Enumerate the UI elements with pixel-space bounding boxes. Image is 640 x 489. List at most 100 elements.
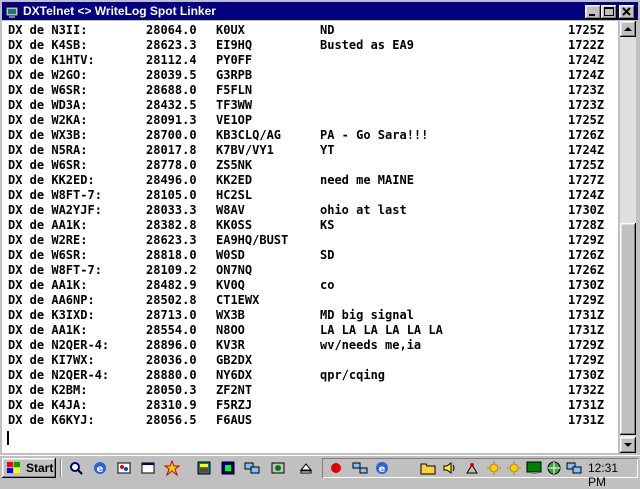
burst-icon[interactable] bbox=[162, 459, 182, 477]
spot-time: 1730Z bbox=[568, 278, 605, 292]
spot-dx: EA9HQ/BUST bbox=[216, 233, 289, 247]
spot-call: DX de K6KYJ: bbox=[8, 413, 95, 427]
spot-dx: ON7NQ bbox=[216, 263, 253, 277]
spot-call: DX de K2BM: bbox=[8, 383, 88, 397]
spot-freq: 28713.0 bbox=[146, 308, 197, 322]
spot-call: DX de K4JA: bbox=[8, 398, 88, 412]
spot-call: DX de N3II: bbox=[8, 23, 88, 37]
spot-time: 1730Z bbox=[568, 368, 605, 382]
media-icon[interactable] bbox=[268, 459, 288, 477]
spot-dx: WX3B bbox=[216, 308, 245, 322]
spot-call: DX de W6SR: bbox=[8, 248, 88, 262]
red-icon[interactable] bbox=[328, 461, 344, 475]
spot-note: MD big signal bbox=[320, 308, 414, 322]
title-bar[interactable]: DXTelnet <> WriteLog Spot Linker bbox=[2, 2, 638, 20]
spot-dx: EI9HQ bbox=[216, 38, 253, 52]
close-button[interactable] bbox=[619, 5, 635, 19]
svg-text:e: e bbox=[97, 464, 104, 475]
ie-icon[interactable]: e bbox=[90, 459, 110, 477]
scroll-thumb[interactable] bbox=[620, 223, 636, 435]
spot-time: 1724Z bbox=[568, 53, 605, 67]
spot-dx: KB3CLQ/AG bbox=[216, 128, 282, 142]
taskbar-separator bbox=[60, 459, 62, 477]
minimize-button[interactable] bbox=[585, 5, 601, 19]
spot-time: 1731Z bbox=[568, 398, 605, 412]
spot-time: 1731Z bbox=[568, 323, 605, 337]
spot-freq: 28109.2 bbox=[146, 263, 197, 277]
sun-icon[interactable] bbox=[486, 461, 502, 475]
spot-dx: K0UX bbox=[216, 23, 245, 37]
magnifier-icon[interactable] bbox=[66, 459, 86, 477]
spot-dx: G3RPB bbox=[216, 68, 253, 82]
spot-call: DX de N2QER-4: bbox=[8, 368, 110, 382]
maximize-icon bbox=[604, 7, 614, 16]
minimize-icon bbox=[589, 14, 595, 16]
network-icon[interactable] bbox=[352, 461, 368, 475]
sun-icon-2[interactable] bbox=[506, 461, 522, 475]
vertical-scrollbar[interactable] bbox=[620, 21, 636, 453]
spot-freq: 28896.0 bbox=[146, 338, 197, 352]
spot-call: DX de W2KA: bbox=[8, 113, 88, 127]
globe-icon[interactable] bbox=[546, 461, 562, 475]
spot-freq: 28036.0 bbox=[146, 353, 197, 367]
network-icon[interactable] bbox=[242, 459, 262, 477]
spot-freq: 28056.5 bbox=[146, 413, 197, 427]
spot-note: co bbox=[320, 278, 335, 292]
spot-call: DX de W2RE: bbox=[8, 233, 88, 247]
maximize-button[interactable] bbox=[601, 5, 617, 19]
spot-time: 1730Z bbox=[568, 203, 605, 217]
speaker-icon[interactable] bbox=[442, 461, 458, 475]
spot-freq: 28039.5 bbox=[146, 68, 197, 82]
clock[interactable]: 12:31 PM bbox=[588, 461, 638, 489]
spot-freq: 28033.3 bbox=[146, 203, 197, 217]
scroll-up-button[interactable] bbox=[620, 21, 636, 37]
spot-time: 1729Z bbox=[568, 338, 605, 352]
app-icon-2[interactable] bbox=[218, 459, 238, 477]
terminal-output[interactable]: DX de N3II: 28064.0 K0UX ND 1725Z DX de K4SB:… bbox=[2, 21, 618, 453]
spot-freq: 28050.3 bbox=[146, 383, 197, 397]
spot-note: need me MAINE bbox=[320, 173, 414, 187]
spot-call: DX de KI7WX: bbox=[8, 353, 95, 367]
spot-freq: 28688.0 bbox=[146, 83, 197, 97]
spot-call: DX de K4SB: bbox=[8, 38, 88, 52]
spot-note: KS bbox=[320, 218, 335, 232]
spot-call: DX de W6SR: bbox=[8, 158, 88, 172]
spot-freq: 28623.3 bbox=[146, 38, 197, 52]
spot-call: DX de W2GO: bbox=[8, 68, 88, 82]
spot-time: 1723Z bbox=[568, 83, 605, 97]
spot-time: 1731Z bbox=[568, 413, 605, 427]
start-button[interactable]: Start bbox=[2, 458, 56, 478]
eject-icon[interactable] bbox=[296, 459, 316, 477]
windows-logo-icon bbox=[7, 462, 20, 473]
network-monitor-icon[interactable] bbox=[566, 461, 582, 475]
spot-dx: KK2ED bbox=[216, 173, 253, 187]
spot-dx: TF3WW bbox=[216, 98, 253, 112]
folder-icon[interactable] bbox=[420, 461, 436, 475]
spot-note: Busted as EA9 bbox=[320, 38, 414, 52]
spot-freq: 28112.4 bbox=[146, 53, 197, 67]
spot-time: 1723Z bbox=[568, 98, 605, 112]
spot-call: DX de AA1K: bbox=[8, 323, 88, 337]
spot-time: 1726Z bbox=[568, 248, 605, 262]
spot-note: ND bbox=[320, 23, 335, 37]
paint-icon[interactable] bbox=[114, 459, 134, 477]
window-title: DXTelnet <> WriteLog Spot Linker bbox=[23, 4, 216, 18]
arrow-down-icon bbox=[624, 443, 632, 447]
spot-time: 1725Z bbox=[568, 23, 605, 37]
satellite-icon[interactable] bbox=[464, 461, 480, 475]
window-icon[interactable] bbox=[138, 459, 158, 477]
scroll-down-button[interactable] bbox=[620, 437, 636, 453]
spot-call: DX de WD3A: bbox=[8, 98, 88, 112]
spot-dx: N8OO bbox=[216, 323, 245, 337]
spot-time: 1729Z bbox=[568, 233, 605, 247]
display-icon[interactable] bbox=[526, 461, 542, 475]
spot-note: wv/needs me,ia bbox=[320, 338, 422, 352]
app-icon[interactable] bbox=[5, 4, 19, 18]
app-icon[interactable] bbox=[194, 459, 214, 477]
spot-dx: F6AUS bbox=[216, 413, 253, 427]
ie-icon[interactable]: e bbox=[374, 461, 390, 475]
spot-dx: PY0FF bbox=[216, 53, 253, 67]
spot-freq: 28382.8 bbox=[146, 218, 197, 232]
spot-time: 1726Z bbox=[568, 128, 605, 142]
spot-call: DX de W8FT-7: bbox=[8, 263, 102, 277]
